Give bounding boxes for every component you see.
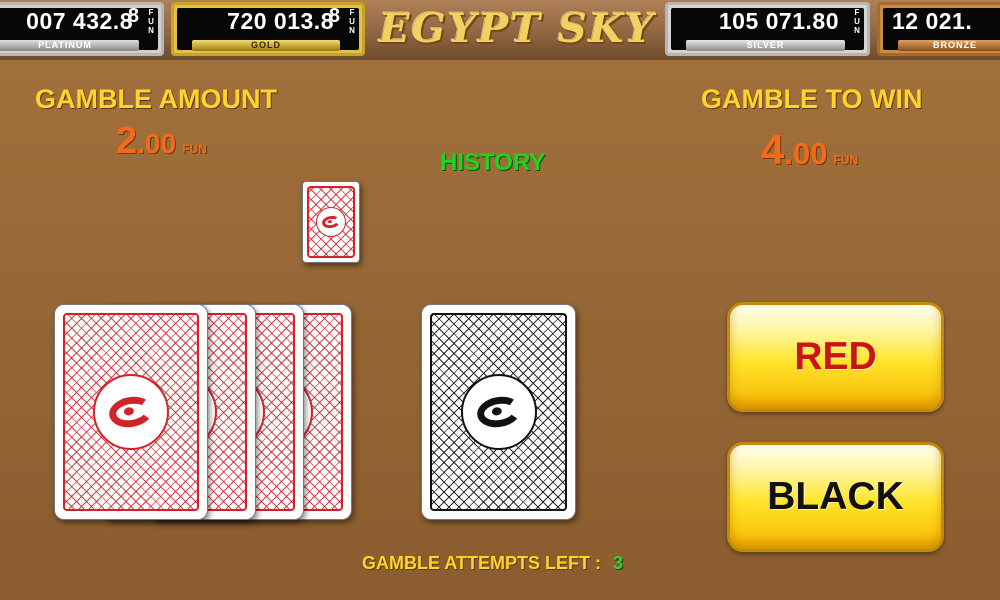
jackpot-bronze: 12 021. BRONZE — [877, 2, 1000, 56]
gamble-attempts-left: GAMBLE ATTEMPTS LEFT :3 — [362, 553, 623, 573]
jackpot-platinum-unit: FUN — [148, 8, 154, 35]
jackpot-gold-unit: FUN — [349, 8, 355, 35]
jackpot-platinum: 007 432.8 8 FUN PLATINUM — [0, 2, 164, 56]
history-label: HISTORY — [440, 149, 546, 176]
deck-card-top — [54, 304, 208, 520]
jackpot-bar: 007 432.8 8 FUN PLATINUM 720 013.8 8 FUN… — [0, 0, 1000, 60]
gamble-to-win-value: 4.00 FUN — [761, 126, 859, 173]
card-logo-icon — [460, 374, 537, 450]
jackpot-silver: 105 071.80 FUN SILVER — [665, 2, 870, 56]
jackpot-platinum-label: PLATINUM — [0, 40, 139, 51]
gamble-to-win-label: GAMBLE TO WIN — [701, 84, 923, 114]
game-logo: EGYPT SKY — [378, 5, 656, 52]
jackpot-silver-label: SILVER — [686, 40, 845, 51]
card-logo-icon — [93, 374, 169, 450]
card-logo-icon — [316, 207, 346, 237]
gamble-amount-label: GAMBLE AMOUNT — [35, 84, 277, 114]
jackpot-bronze-label: BRONZE — [898, 40, 1000, 51]
gamble-attempts-count: 3 — [612, 553, 623, 573]
jackpot-gold: 720 013.8 8 FUN GOLD — [171, 2, 365, 56]
gamble-amount-value: 2.00 FUN — [116, 120, 207, 162]
jackpot-bronze-value: 12 021. — [892, 8, 973, 34]
gamble-card-face-down — [421, 304, 576, 520]
jackpot-platinum-rolling-digit: 8 — [127, 5, 139, 27]
jackpot-gold-label: GOLD — [192, 40, 340, 51]
gamble-screen: GAMBLE AMOUNT 2.00 FUN GAMBLE TO WIN 4.00… — [0, 60, 1000, 600]
jackpot-platinum-value: 007 432.8 — [26, 8, 133, 34]
red-button[interactable]: RED — [727, 302, 944, 412]
jackpot-silver-unit: FUN — [854, 8, 860, 35]
jackpot-gold-rolling-digit: 8 — [328, 5, 340, 27]
history-card-red — [302, 181, 360, 263]
jackpot-gold-value: 720 013.8 — [227, 8, 334, 34]
black-button[interactable]: BLACK — [727, 442, 944, 552]
jackpot-silver-value: 105 071.80 — [718, 8, 839, 34]
